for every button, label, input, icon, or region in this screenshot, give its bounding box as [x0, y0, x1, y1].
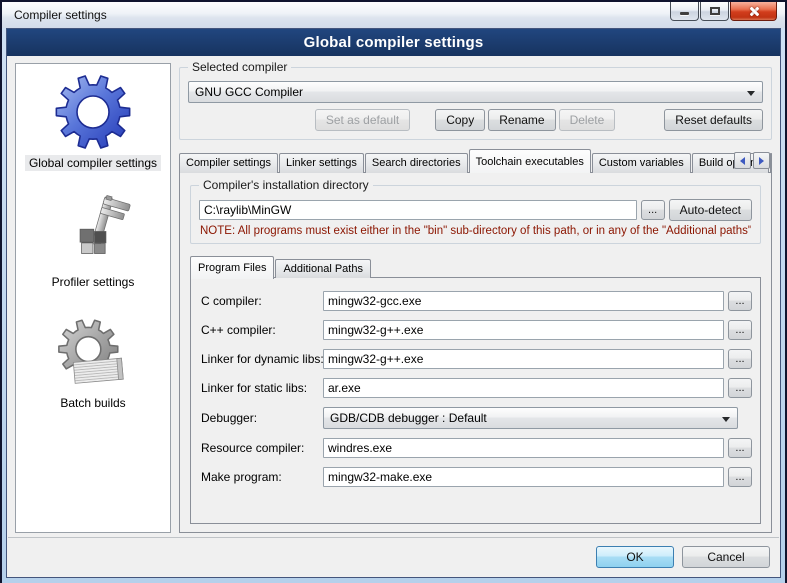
- settings-tab-strip: Compiler settings Linker settings Search…: [179, 148, 772, 173]
- installation-directory-group-label: Compiler's installation directory: [199, 178, 373, 192]
- installation-directory-row: ... Auto-detect: [199, 199, 752, 221]
- field-row-dynamic-linker: Linker for dynamic libs: ...: [201, 349, 752, 369]
- field-row-make-program: Make program: ...: [201, 467, 752, 487]
- debugger-select[interactable]: GDB/CDB debugger : Default: [323, 407, 738, 429]
- cpp-compiler-browse-button[interactable]: ...: [728, 320, 752, 340]
- minimize-button[interactable]: [670, 2, 699, 21]
- minimize-icon: [680, 12, 689, 15]
- gear-stack-icon: [53, 318, 133, 392]
- tab-scroll-buttons: [734, 152, 770, 169]
- page-title: Global compiler settings: [304, 34, 484, 51]
- sidebar-item-label: Batch builds: [56, 395, 129, 411]
- installation-directory-input[interactable]: [199, 200, 637, 220]
- make-program-browse-button[interactable]: ...: [728, 467, 752, 487]
- tab-scroll-left-button[interactable]: [734, 152, 751, 169]
- chevron-down-icon: [747, 91, 755, 96]
- compiler-actions: Set as default Copy Rename Delete Reset …: [188, 109, 763, 131]
- field-label: Linker for static libs:: [201, 381, 323, 395]
- field-label: C++ compiler:: [201, 323, 323, 337]
- static-linker-input[interactable]: [323, 378, 724, 398]
- aero-frame: Global compiler settings: [2, 28, 785, 583]
- tab-compiler-settings[interactable]: Compiler settings: [179, 153, 278, 173]
- field-row-static-linker: Linker for static libs: ...: [201, 378, 752, 398]
- static-linker-browse-button[interactable]: ...: [728, 378, 752, 398]
- set-as-default-button: Set as default: [315, 109, 410, 131]
- copy-button[interactable]: Copy: [435, 109, 485, 131]
- tab-search-directories[interactable]: Search directories: [365, 153, 468, 173]
- field-row-debugger: Debugger: GDB/CDB debugger : Default: [201, 407, 752, 429]
- cpp-compiler-input[interactable]: [323, 320, 724, 340]
- chevron-down-icon: [722, 417, 730, 422]
- tab-linker-settings[interactable]: Linker settings: [279, 153, 364, 173]
- field-label: Make program:: [201, 470, 323, 484]
- compiler-settings-window: Compiler settings Global compiler settin…: [0, 0, 787, 583]
- resource-compiler-input[interactable]: [323, 438, 724, 458]
- installation-directory-group: Compiler's installation directory ... Au…: [190, 185, 761, 244]
- sidebar-item-label: Profiler settings: [48, 274, 139, 290]
- arrow-left-icon: [740, 157, 745, 165]
- compiler-select[interactable]: GNU GCC Compiler: [188, 81, 763, 103]
- c-compiler-input[interactable]: [323, 291, 724, 311]
- toolchain-executables-panel: Compiler's installation directory ... Au…: [179, 172, 772, 533]
- resource-compiler-browse-button[interactable]: ...: [728, 438, 752, 458]
- close-icon: [748, 6, 759, 17]
- tab-partial[interactable]: [770, 153, 772, 173]
- field-label: Linker for dynamic libs:: [201, 352, 323, 366]
- debugger-select-value: GDB/CDB debugger : Default: [330, 411, 487, 425]
- dialog-footer: OK Cancel: [8, 537, 779, 577]
- field-label: C compiler:: [201, 294, 323, 308]
- field-label: Resource compiler:: [201, 441, 323, 455]
- installation-directory-browse-button[interactable]: ...: [641, 200, 665, 220]
- window-title: Compiler settings: [2, 8, 107, 22]
- tab-additional-paths[interactable]: Additional Paths: [275, 259, 371, 278]
- dialog-body: Global compiler settings: [6, 28, 781, 578]
- field-row-c-compiler: C compiler: ...: [201, 291, 752, 311]
- selected-compiler-group-label: Selected compiler: [188, 60, 291, 74]
- window-controls: [670, 2, 777, 21]
- dynamic-linker-browse-button[interactable]: ...: [728, 349, 752, 369]
- program-files-panel: C compiler: ... C++ compiler: ... Linker…: [190, 277, 761, 524]
- caliper-icon: [55, 195, 131, 271]
- rename-button[interactable]: Rename: [488, 109, 555, 131]
- maximize-button[interactable]: [700, 2, 729, 21]
- settings-category-sidebar: Global compiler settings: [15, 63, 171, 533]
- compiler-select-value: GNU GCC Compiler: [195, 85, 303, 99]
- title-bar[interactable]: Compiler settings: [2, 2, 785, 28]
- auto-detect-button[interactable]: Auto-detect: [669, 199, 752, 221]
- tab-program-files[interactable]: Program Files: [190, 256, 274, 279]
- field-row-cpp-compiler: C++ compiler: ...: [201, 320, 752, 340]
- arrow-right-icon: [759, 157, 764, 165]
- tab-scroll-right-button[interactable]: [753, 152, 770, 169]
- selected-compiler-group: Selected compiler GNU GCC Compiler Set a…: [179, 67, 772, 140]
- tab-toolchain-executables[interactable]: Toolchain executables: [469, 149, 591, 173]
- installation-note: NOTE: All programs must exist either in …: [200, 225, 751, 237]
- maximize-icon: [710, 7, 720, 15]
- sidebar-item-batch-builds[interactable]: Batch builds: [53, 318, 133, 411]
- reset-defaults-button[interactable]: Reset defaults: [664, 109, 763, 131]
- dialog-header: Global compiler settings: [7, 29, 780, 56]
- make-program-input[interactable]: [323, 467, 724, 487]
- delete-button: Delete: [559, 109, 616, 131]
- close-button[interactable]: [730, 2, 777, 21]
- sidebar-item-global-compiler-settings[interactable]: Global compiler settings: [25, 72, 161, 171]
- gear-blue-icon: [52, 72, 134, 152]
- main-panel: Selected compiler GNU GCC Compiler Set a…: [179, 63, 772, 533]
- ok-button[interactable]: OK: [596, 546, 674, 568]
- dialog-content: Global compiler settings: [7, 56, 780, 537]
- sidebar-item-profiler-settings[interactable]: Profiler settings: [48, 195, 139, 290]
- field-label: Debugger:: [201, 411, 323, 425]
- c-compiler-browse-button[interactable]: ...: [728, 291, 752, 311]
- dynamic-linker-input[interactable]: [323, 349, 724, 369]
- field-row-resource-compiler: Resource compiler: ...: [201, 438, 752, 458]
- sidebar-item-label: Global compiler settings: [25, 155, 161, 171]
- cancel-button[interactable]: Cancel: [682, 546, 770, 568]
- tab-custom-variables[interactable]: Custom variables: [592, 153, 691, 173]
- program-files-tab-strip: Program Files Additional Paths: [190, 255, 761, 278]
